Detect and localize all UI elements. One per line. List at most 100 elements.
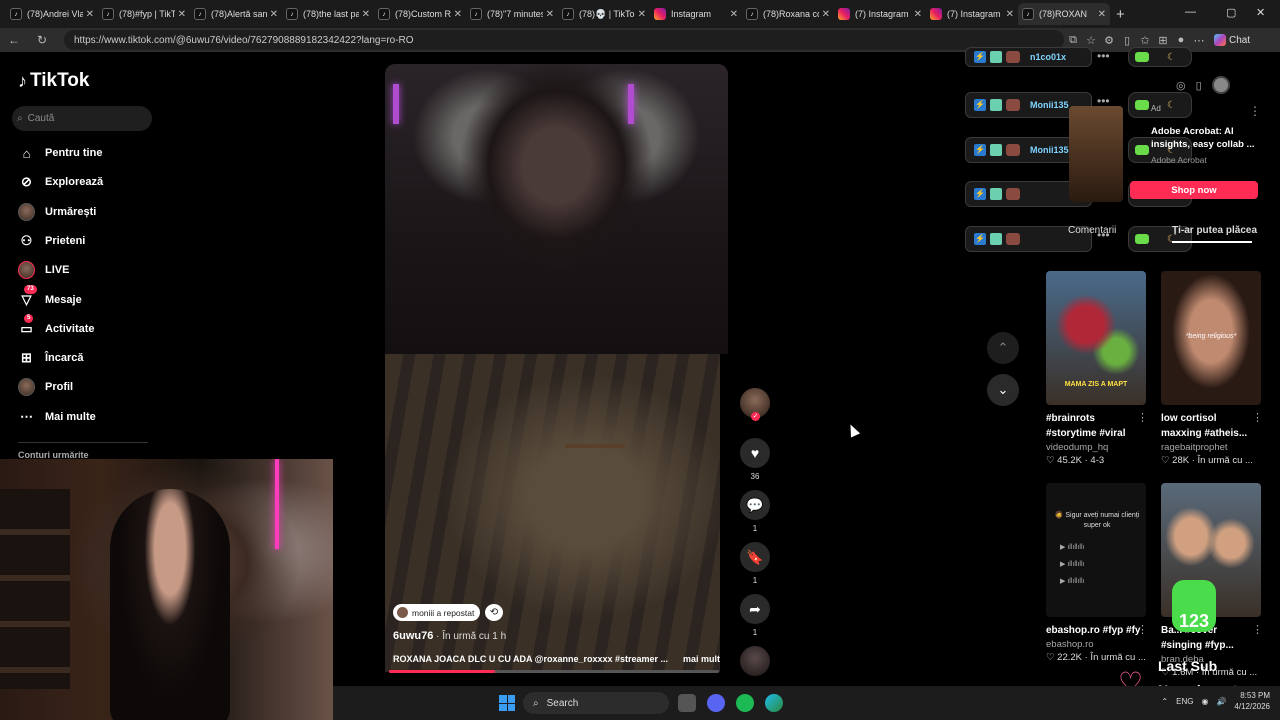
sidebar-item[interactable]: ▽ 73 Mesaje — [18, 285, 82, 311]
sidebar-item[interactable]: ⌂ Pentru tine — [18, 142, 103, 164]
recommended-video-card[interactable]: *being religious* low cortisol maxxing #a… — [1161, 271, 1263, 466]
browser-tab[interactable]: ♪ (78)ROXAN ✕ — [1018, 3, 1110, 25]
volume-icon[interactable]: 🔊 — [1216, 697, 1226, 706]
sidebar-item[interactable]: ⋯ Mai multe — [18, 406, 96, 428]
recommended-video-card[interactable]: 🧔 Sigur aveți numai clienți super ok ▶ ıl… — [1046, 483, 1148, 663]
card-menu-icon[interactable]: ⋮ — [1137, 411, 1148, 424]
device-icon[interactable]: ▯ — [1196, 79, 1202, 92]
taskbar-search[interactable]: ⌕ Search — [523, 692, 669, 714]
browser-tab[interactable]: ♪ (78)Andrei Vla ✕ — [6, 3, 98, 25]
comment-action[interactable]: 💬 1 — [739, 490, 771, 533]
favorite-star-icon[interactable]: ☆ — [1082, 34, 1100, 47]
search-input[interactable]: ⌕ Caută — [12, 106, 152, 131]
close-tab-icon[interactable]: ✕ — [1006, 9, 1014, 20]
bookmark-icon[interactable]: 🔖 — [740, 542, 770, 572]
sidebar-item[interactable]: LIVE — [18, 259, 69, 281]
spotify-icon[interactable] — [736, 694, 754, 712]
creator-avatar[interactable]: ✓ — [740, 388, 770, 421]
minimize-icon[interactable]: — — [1185, 6, 1196, 18]
maximize-icon[interactable]: ▢ — [1226, 6, 1236, 19]
close-window-icon[interactable]: ✕ — [1256, 6, 1265, 19]
split-screen-icon[interactable]: ⧉ — [1064, 34, 1082, 47]
browser-tab[interactable]: ♪ (78)💀 | TikTok ✕ — [558, 3, 650, 25]
close-tab-icon[interactable]: ✕ — [914, 9, 922, 20]
favorites-icon[interactable]: ✩ — [1136, 34, 1154, 47]
next-creator-avatar[interactable] — [740, 646, 770, 676]
browser-tab[interactable]: (7) Instagram ✕ — [834, 3, 926, 25]
video-thumbnail[interactable]: MAMA ZIS A MAPT — [1046, 271, 1146, 405]
chevron-up-icon[interactable]: ⌃ — [987, 332, 1019, 364]
card-caption[interactable]: #brainrots #storytime #viral — [1046, 411, 1142, 441]
alert-menu-icon[interactable]: ••• — [1097, 49, 1110, 63]
tiktok-logo[interactable]: ♪ TikTok — [18, 70, 89, 92]
video-progress-bar[interactable] — [389, 670, 719, 673]
collections-icon[interactable]: ⊞ — [1154, 34, 1172, 47]
ad-menu-icon[interactable]: ⋮ — [1249, 104, 1261, 118]
close-tab-icon[interactable]: ✕ — [546, 9, 554, 20]
tab-might-like[interactable]: Ți-ar putea plăcea — [1172, 225, 1257, 236]
browser-tab[interactable]: ♪ (78)"7 minutes ✕ — [466, 3, 558, 25]
edge-icon[interactable] — [765, 694, 783, 712]
close-tab-icon[interactable]: ✕ — [730, 9, 738, 20]
video-thumbnail[interactable]: 🧔 Sigur aveți numai clienți super ok ▶ ıl… — [1046, 483, 1146, 617]
user-avatar[interactable] — [1211, 76, 1230, 94]
new-tab-icon[interactable]: + — [1116, 6, 1125, 23]
reload-icon[interactable]: ↻ — [28, 33, 56, 47]
sidebar-item[interactable]: ⊞ Încarcă — [18, 347, 83, 369]
more-link[interactable]: mai mult — [683, 654, 720, 664]
close-tab-icon[interactable]: ✕ — [454, 9, 462, 20]
repost-pill[interactable]: moniii a repostat — [393, 604, 481, 621]
sidebar-item[interactable]: Profil — [18, 376, 73, 398]
discord-icon[interactable] — [707, 694, 725, 712]
repost-icon[interactable]: ⟲ — [485, 604, 503, 621]
loop-icon[interactable]: ◎ — [1176, 79, 1186, 92]
tab-comments[interactable]: Comentarii — [1068, 225, 1116, 236]
browser-tab[interactable]: ♪ (78)Roxana co ✕ — [742, 3, 834, 25]
browser-tab[interactable]: ♪ (78)the last pa ✕ — [282, 3, 374, 25]
recommended-video-card[interactable]: Ba... #cover #singing #fyp...bran.deba♡ … — [1161, 483, 1263, 678]
sidebar-item[interactable]: ▭ 5 Activitate — [18, 314, 95, 340]
browser-tab[interactable]: (7) Instagram ✕ — [926, 3, 1018, 25]
tray-chevron-icon[interactable]: ⌃ — [1161, 697, 1168, 706]
sidebar-item[interactable]: Urmărești — [18, 201, 96, 223]
card-author[interactable]: ragebaitprophet — [1161, 442, 1263, 453]
card-author[interactable]: ebashop.ro — [1046, 639, 1148, 650]
like-action[interactable]: ♥ 36 — [739, 438, 771, 481]
card-menu-icon[interactable]: ⋮ — [1252, 623, 1263, 636]
clock[interactable]: 8:53 PM 4/12/2026 — [1234, 690, 1270, 712]
sidebar-item[interactable]: ⊘ Explorează — [18, 171, 103, 193]
network-icon[interactable]: ◉ — [1201, 697, 1208, 706]
card-caption[interactable]: ebashop.ro #fyp #fy — [1046, 623, 1142, 638]
url-field[interactable]: https://www.tiktok.com/@6uwu76/video/762… — [64, 30, 1064, 50]
follow-plus-icon[interactable]: ✓ — [751, 412, 760, 421]
card-author[interactable]: videodump_hq — [1046, 442, 1148, 453]
shop-now-button[interactable]: Shop now — [1130, 181, 1258, 199]
windows-start-icon[interactable] — [499, 695, 515, 711]
browser-tab[interactable]: ♪ (78)Custom Re ✕ — [374, 3, 466, 25]
save-action[interactable]: 🔖 1 — [739, 542, 771, 585]
close-tab-icon[interactable]: ✕ — [638, 9, 646, 20]
close-tab-icon[interactable]: ✕ — [86, 9, 94, 20]
close-tab-icon[interactable]: ✕ — [362, 9, 370, 20]
browser-tab[interactable]: ♪ (78)#fyp | TikTo ✕ — [98, 3, 190, 25]
copilot-chat-button[interactable]: Chat — [1214, 34, 1250, 46]
video-player-bottom[interactable] — [385, 354, 720, 672]
chevron-down-icon[interactable]: ⌄ — [987, 374, 1019, 406]
card-menu-icon[interactable]: ⋮ — [1252, 411, 1263, 424]
browser-tab[interactable]: Instagram ✕ — [650, 3, 742, 25]
comment-icon[interactable]: 💬 — [740, 490, 770, 520]
close-tab-icon[interactable]: ✕ — [270, 9, 278, 20]
sidebar-item[interactable]: ⚇ Prieteni — [18, 230, 86, 252]
video-player-top[interactable] — [385, 64, 728, 354]
video-author[interactable]: 6uwu76 — [393, 630, 433, 642]
share-icon[interactable]: ➦ — [740, 594, 770, 624]
share-action[interactable]: ➦ 1 — [739, 594, 771, 637]
profile-icon[interactable]: ● — [1172, 34, 1190, 46]
browser-tab[interactable]: ♪ (78)Alertă sanit ✕ — [190, 3, 282, 25]
menu-dots-icon[interactable]: ⋯ — [1190, 34, 1208, 47]
close-tab-icon[interactable]: ✕ — [178, 9, 186, 20]
language-indicator[interactable]: ENG — [1176, 697, 1193, 706]
card-menu-icon[interactable]: ⋮ — [1137, 623, 1148, 636]
card-caption[interactable]: low cortisol maxxing #atheis... — [1161, 411, 1257, 441]
heart-icon[interactable]: ♥ — [740, 438, 770, 468]
